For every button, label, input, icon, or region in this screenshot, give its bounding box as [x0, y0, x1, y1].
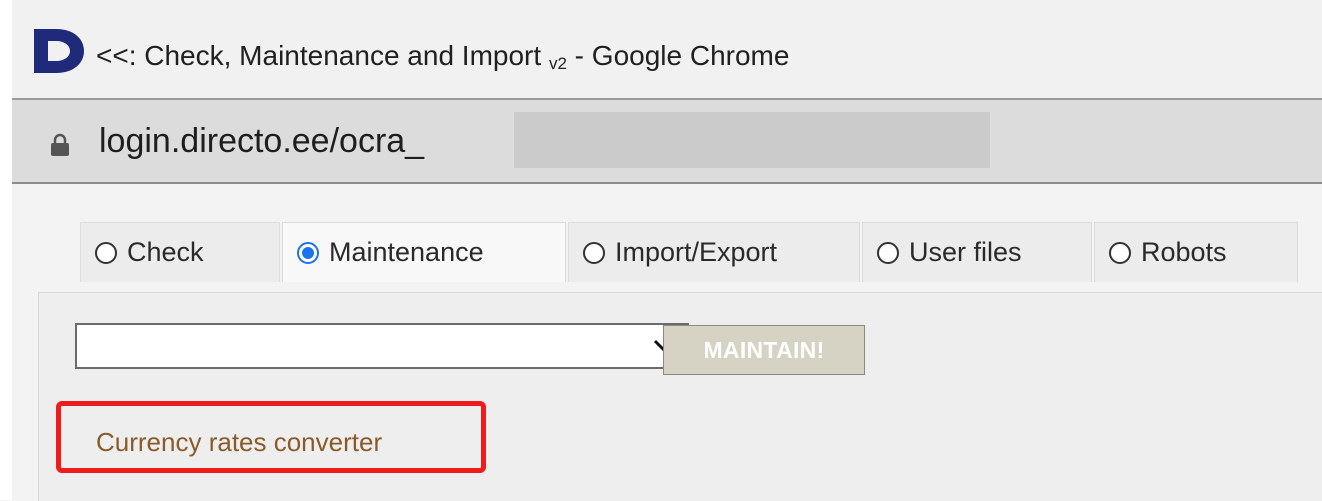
- tab-maintenance-label: Maintenance: [329, 237, 484, 267]
- radio-import-export[interactable]: [583, 241, 605, 264]
- tab-import-export[interactable]: Import/Export: [568, 222, 860, 282]
- window-title: <<: Check, Maintenance and Import v2 - G…: [96, 40, 789, 74]
- window-title-main: <<: Check, Maintenance and Import: [96, 40, 542, 71]
- radio-robots[interactable]: [1109, 241, 1131, 264]
- address-bar[interactable]: login.directo.ee/ocra_: [12, 100, 1322, 184]
- tab-user-files[interactable]: User files: [862, 222, 1092, 282]
- page-content: Check Maintenance Import/Export User fil…: [12, 184, 1322, 501]
- tab-maintenance[interactable]: Maintenance: [282, 222, 566, 282]
- window-title-bar: <<: Check, Maintenance and Import v2 - G…: [12, 0, 1322, 100]
- lock-icon: [51, 133, 69, 156]
- tab-user-files-label: User files: [909, 237, 1022, 267]
- tab-robots[interactable]: Robots: [1094, 222, 1298, 282]
- maintain-button[interactable]: MAINTAIN!: [663, 325, 865, 375]
- tab-check-label: Check: [127, 237, 204, 267]
- radio-user-files[interactable]: [877, 241, 899, 264]
- radio-maintenance[interactable]: [297, 241, 319, 264]
- tab-import-export-label: Import/Export: [615, 237, 778, 267]
- directo-logo-icon: [34, 29, 84, 73]
- window-title-app: - Google Chrome: [566, 40, 790, 71]
- window-title-suffix: v2: [548, 54, 567, 73]
- currency-rates-converter-link[interactable]: Currency rates converter: [96, 427, 382, 458]
- maintenance-select[interactable]: [75, 323, 689, 369]
- tab-robots-label: Robots: [1141, 237, 1227, 267]
- tab-check[interactable]: Check: [80, 222, 280, 282]
- url-text[interactable]: login.directo.ee/ocra_: [99, 122, 424, 161]
- tab-bar: Check Maintenance Import/Export User fil…: [80, 222, 1300, 282]
- url-redacted-area: [514, 112, 990, 168]
- radio-check[interactable]: [95, 241, 117, 264]
